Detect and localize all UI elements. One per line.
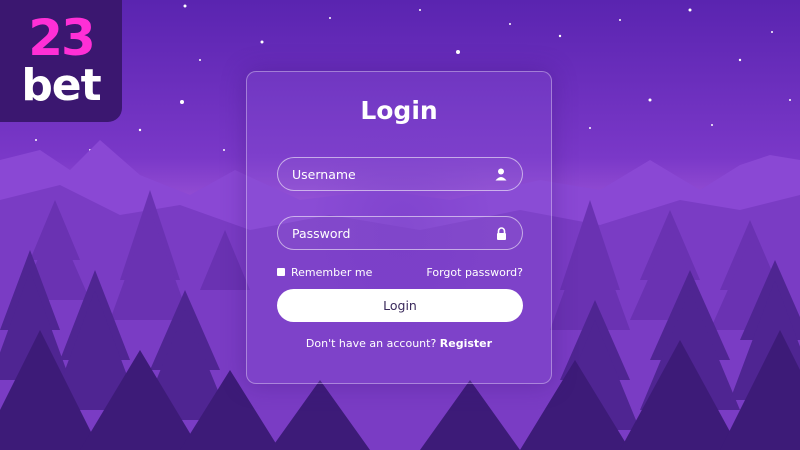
remember-checkbox[interactable] (277, 268, 285, 276)
logo-word: bet (21, 60, 101, 111)
password-input[interactable] (292, 225, 494, 241)
user-icon (494, 167, 508, 181)
username-field[interactable] (277, 157, 523, 191)
no-account-text: Don't have an account? (305, 337, 437, 350)
register-link[interactable]: Register (440, 337, 492, 350)
brand-logo[interactable]: 23 bet (0, 0, 122, 122)
options-row: Remember me Forgot password? (277, 264, 523, 280)
login-card: Login Remember me Forgot password? Login… (246, 71, 552, 384)
register-prompt: Don't have an account? Register (247, 337, 551, 350)
forgot-password-link[interactable]: Forgot password? (426, 266, 523, 279)
login-title: Login (360, 96, 438, 125)
logo-number: 23 (28, 9, 96, 67)
username-input[interactable] (292, 166, 494, 182)
lock-icon (494, 226, 508, 240)
remember-me[interactable]: Remember me (277, 266, 372, 279)
password-field[interactable] (277, 216, 523, 250)
remember-label: Remember me (291, 265, 373, 279)
login-button[interactable]: Login (277, 289, 523, 322)
